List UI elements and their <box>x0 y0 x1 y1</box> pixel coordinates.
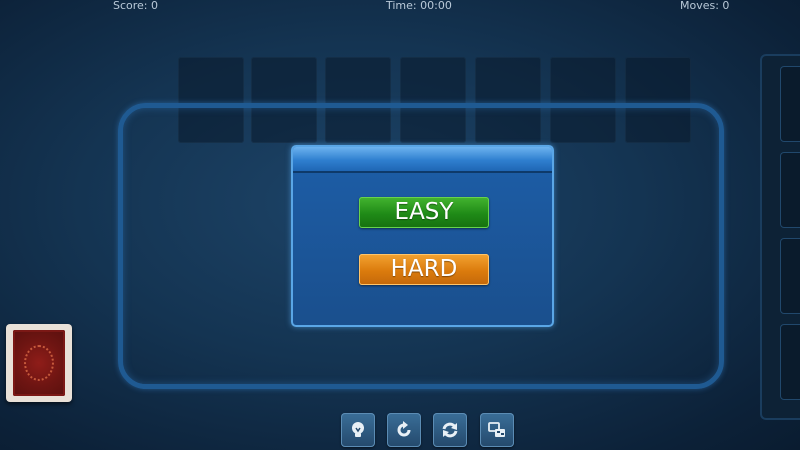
cards-icon <box>488 422 505 437</box>
undo-button[interactable] <box>387 413 421 447</box>
restart-icon <box>442 422 458 438</box>
cards-button[interactable] <box>480 413 514 447</box>
side-card-slot[interactable] <box>780 152 800 228</box>
moves-text: Moves: 0 <box>680 0 730 12</box>
draw-deck[interactable] <box>6 324 72 402</box>
side-card-slot[interactable] <box>780 66 800 142</box>
side-card-slot[interactable] <box>780 238 800 314</box>
card-back <box>13 330 65 396</box>
side-card-slot[interactable] <box>780 324 800 400</box>
time-text: Time: 00:00 <box>386 0 452 12</box>
easy-button[interactable]: EASY <box>359 197 489 228</box>
score-text: Score: 0 <box>113 0 159 12</box>
lightbulb-icon <box>352 422 364 437</box>
hint-button[interactable] <box>341 413 375 447</box>
dialog-header <box>293 147 552 173</box>
difficulty-dialog: EASY HARD <box>291 145 554 327</box>
card-back-ornament <box>24 345 54 381</box>
restart-button[interactable] <box>433 413 467 447</box>
undo-icon <box>397 421 411 437</box>
hard-button[interactable]: HARD <box>359 254 489 285</box>
